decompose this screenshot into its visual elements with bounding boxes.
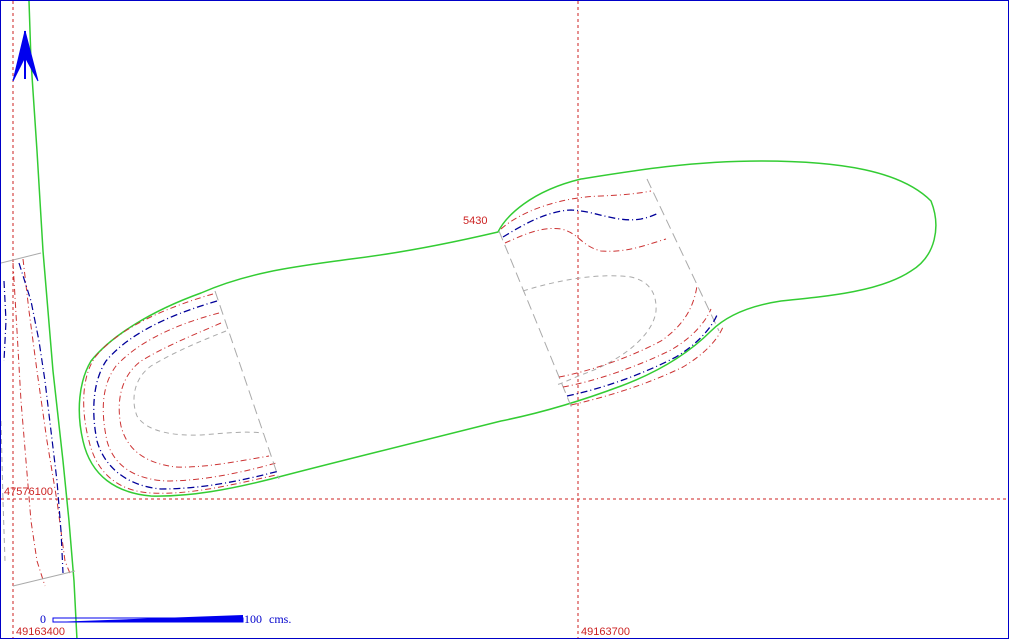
- elevation-annotation: 5430: [463, 215, 487, 227]
- north-arrow-icon: [12, 30, 39, 82]
- right-section-line-left: [498, 230, 574, 412]
- road-contour-blue: [18, 262, 64, 574]
- road-section-bottom: [12, 570, 76, 587]
- left-contour-gray: [133, 330, 264, 436]
- map-canvas[interactable]: 47576100 49163400 49163700 5430 0 100 cm…: [1, 1, 1009, 639]
- left-contours: [83, 290, 280, 494]
- right-section-line-right: [646, 178, 720, 332]
- scale-bar-unit-label: cms.: [269, 612, 291, 626]
- scale-bar: 0 100 cms.: [40, 612, 291, 626]
- road-section-top: [1, 252, 42, 264]
- road-contour-blue-edge: [3, 280, 7, 362]
- scale-bar-start-label: 0: [40, 612, 46, 626]
- right-contour-red-lower-1: [558, 285, 698, 378]
- grid-label-easting-right: 49163700: [581, 626, 630, 638]
- left-contour-blue: [93, 300, 280, 490]
- right-contours: [498, 178, 724, 412]
- right-contour-gray-upper: [522, 275, 657, 386]
- right-contour-red-top-1: [500, 190, 652, 230]
- left-contour-red-mid: [102, 312, 277, 482]
- right-contour-red-top-2: [504, 227, 667, 252]
- grid-label-northing: 47576100: [4, 486, 53, 498]
- grid-lines: [1, 1, 1008, 638]
- left-section-line: [214, 290, 280, 480]
- right-contour-blue-top: [502, 209, 660, 238]
- grid-label-easting-left: 49163400: [16, 626, 65, 638]
- scale-bar-end-label: 100: [244, 612, 262, 626]
- left-contour-red-outer: [83, 293, 277, 494]
- road-strip: [1, 1, 78, 638]
- map-view[interactable]: 47576100 49163400 49163700 5430 0 100 cm…: [0, 0, 1009, 639]
- road-outline: [28, 1, 78, 638]
